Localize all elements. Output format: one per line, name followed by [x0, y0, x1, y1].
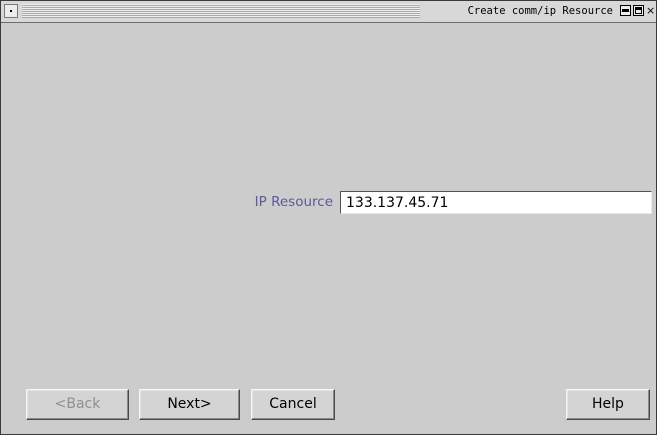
window-menu-icon[interactable] [4, 4, 18, 18]
title-bar-grip [22, 4, 420, 18]
ip-resource-label: IP Resource [254, 194, 333, 210]
maximize-icon[interactable] [633, 5, 644, 16]
cancel-button[interactable]: Cancel [251, 389, 335, 420]
help-button[interactable]: Help [566, 389, 650, 420]
minimize-icon[interactable] [620, 5, 631, 16]
close-icon[interactable]: × [646, 5, 656, 16]
ip-resource-input[interactable] [340, 191, 652, 214]
title-bar[interactable]: Create comm/ip Resource × [1, 1, 656, 23]
back-button[interactable]: <Back [26, 389, 129, 420]
next-button[interactable]: Next> [139, 389, 240, 420]
dialog-window: Create comm/ip Resource × IP Resource <B… [0, 0, 657, 435]
window-title: Create comm/ip Resource [467, 5, 613, 17]
